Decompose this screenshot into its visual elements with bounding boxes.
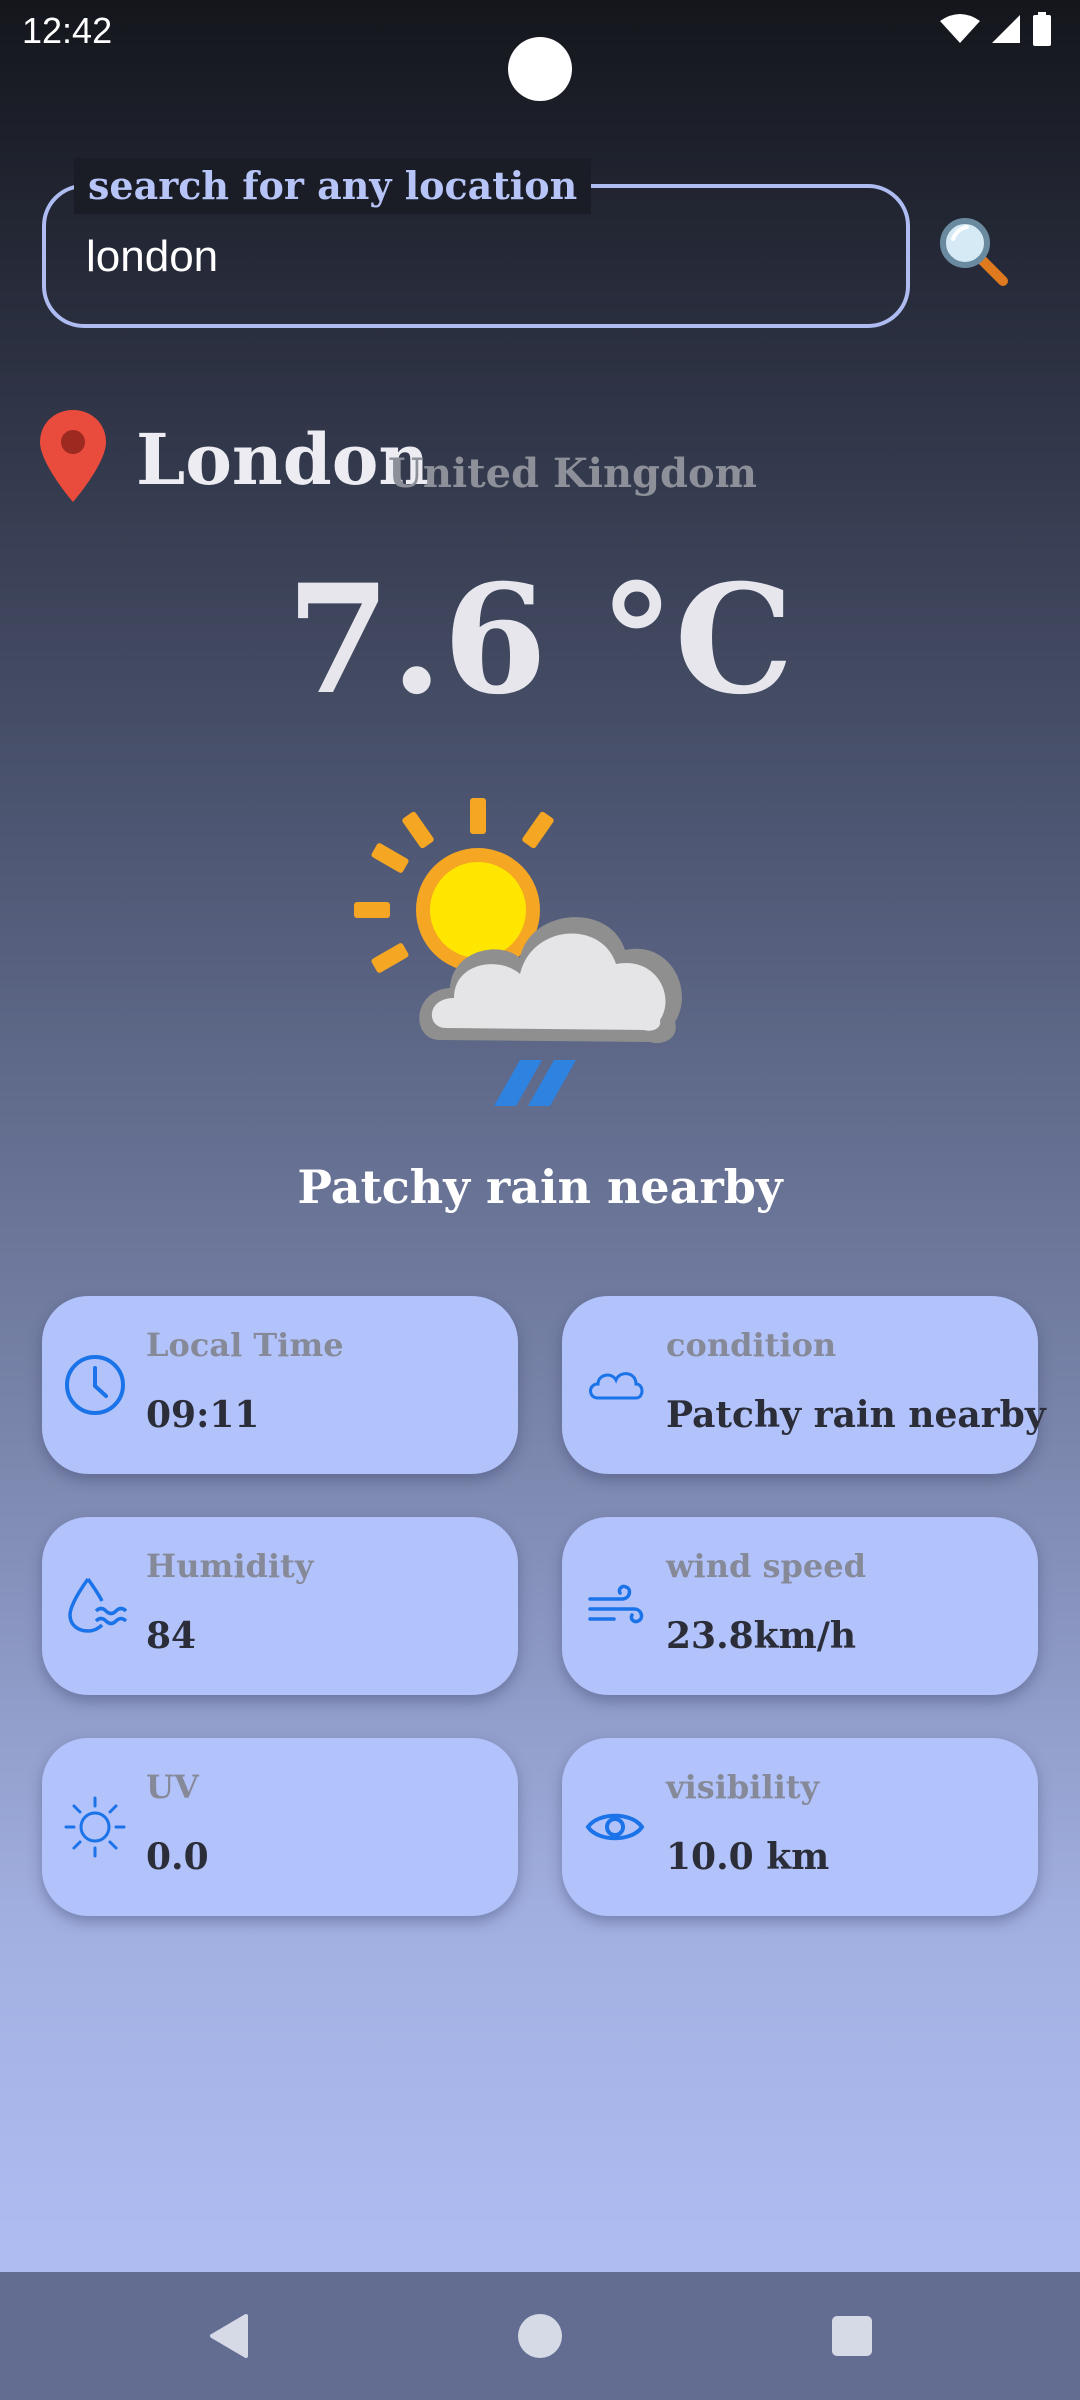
- card-value: Patchy rain nearby: [666, 1394, 1046, 1436]
- location-pin-icon: [40, 410, 106, 502]
- search-button[interactable]: [930, 208, 1020, 298]
- recents-icon: [832, 2316, 872, 2356]
- back-button[interactable]: [192, 2300, 264, 2372]
- card-local-time: Local Time 09:11: [42, 1296, 518, 1474]
- card-label: Humidity: [146, 1547, 314, 1585]
- battery-icon: [1033, 12, 1051, 46]
- humidity-icon: [68, 1577, 128, 1633]
- recents-button[interactable]: [816, 2300, 888, 2372]
- card-value: 09:11: [146, 1394, 260, 1436]
- card-label: condition: [666, 1326, 837, 1364]
- card-humidity: Humidity 84: [42, 1517, 518, 1695]
- home-icon: [518, 2314, 562, 2358]
- temperature: 7.6 °C: [286, 552, 794, 728]
- card-value: 23.8km/h: [666, 1615, 857, 1657]
- sun-icon: [64, 1796, 126, 1858]
- status-bar: 12:42: [0, 0, 1080, 101]
- back-icon: [210, 2314, 248, 2358]
- location-row: London United Kingdom: [38, 408, 1038, 508]
- camera-cutout: [508, 37, 572, 101]
- magnifier-icon: [940, 218, 1008, 286]
- cloud-icon: [589, 1372, 644, 1400]
- card-label: visibility: [666, 1768, 820, 1806]
- card-value: 10.0 km: [666, 1836, 830, 1878]
- status-icons: [940, 12, 1052, 46]
- card-label: UV: [146, 1768, 199, 1806]
- card-visibility: visibility 10.0 km: [562, 1738, 1038, 1916]
- card-uv: UV 0.0: [42, 1738, 518, 1916]
- search-field[interactable]: search for any location: [42, 158, 910, 328]
- eye-icon: [585, 1813, 645, 1841]
- wifi-icon: [940, 14, 980, 43]
- home-button[interactable]: [504, 2300, 576, 2372]
- country-name: United Kingdom: [388, 450, 757, 497]
- navigation-bar: [0, 2272, 1080, 2400]
- card-wind-speed: wind speed 23.8km/h: [562, 1517, 1038, 1695]
- wind-icon: [588, 1584, 644, 1624]
- card-value: 0.0: [146, 1836, 209, 1878]
- card-label: wind speed: [666, 1547, 866, 1585]
- card-condition: condition Patchy rain nearby: [562, 1296, 1046, 1474]
- card-value: 84: [146, 1615, 197, 1657]
- signal-icon: [992, 15, 1020, 43]
- weather-condition-icon: [354, 798, 682, 1106]
- card-label: Local Time: [146, 1326, 344, 1364]
- status-time: 12:42: [22, 10, 113, 51]
- clock-icon: [65, 1355, 125, 1415]
- city-name: London: [136, 418, 430, 501]
- condition-text: Patchy rain nearby: [297, 1160, 783, 1214]
- search-input[interactable]: [84, 188, 868, 326]
